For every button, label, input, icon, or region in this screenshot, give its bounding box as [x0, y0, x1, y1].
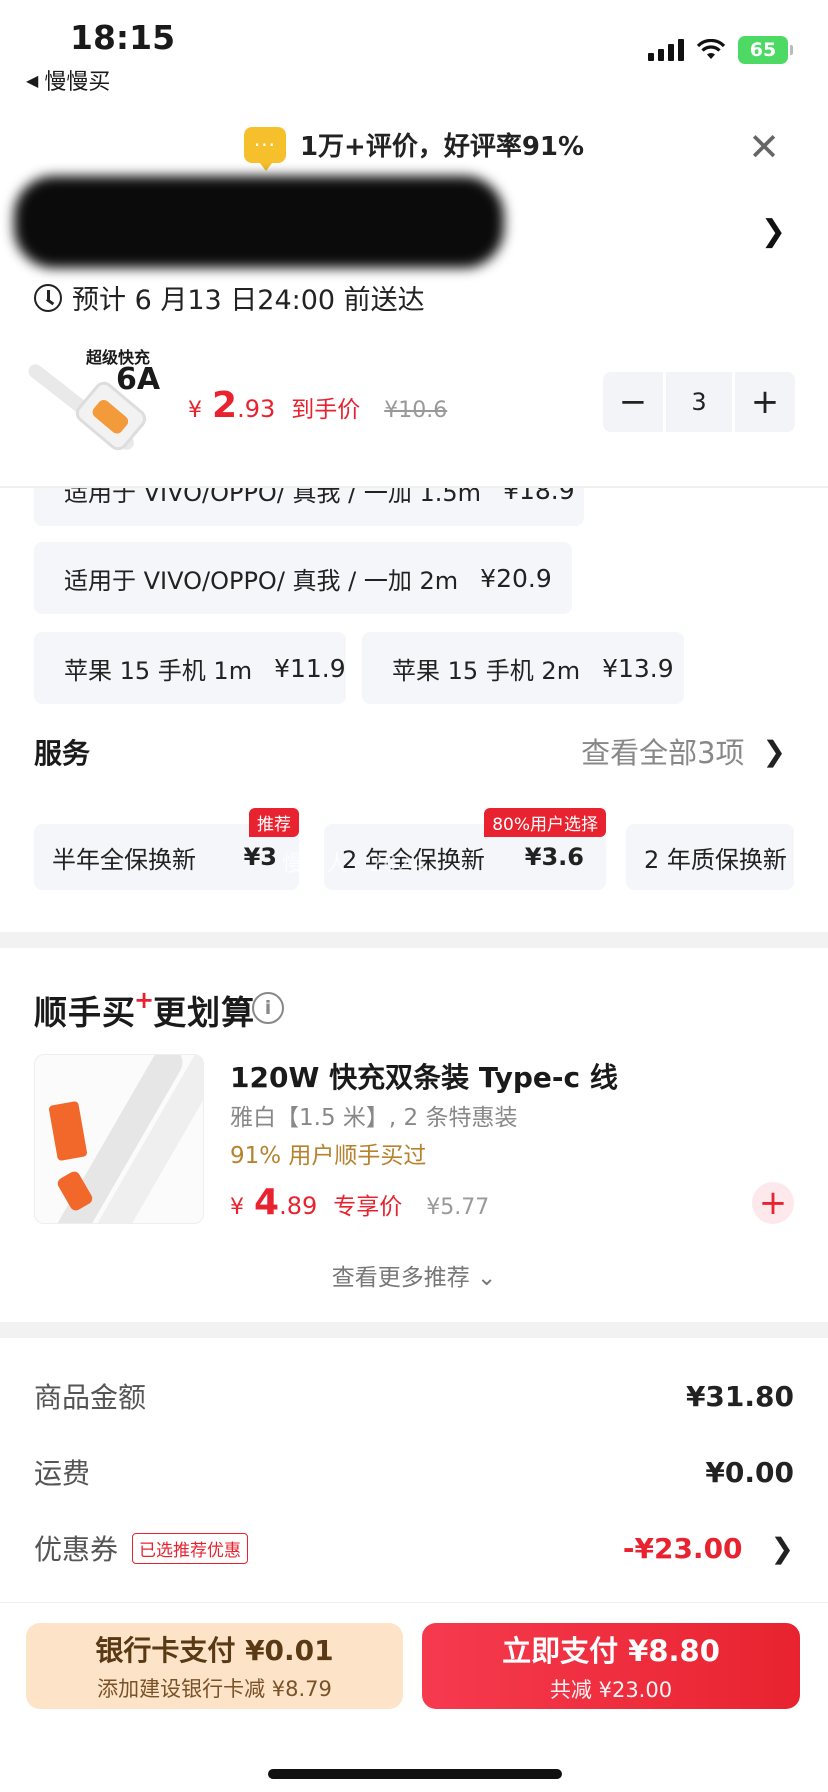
chevron-right-icon[interactable]: ❯ — [771, 1532, 794, 1565]
bank-pay-label: 银行卡支付 ¥0.01 — [95, 1634, 334, 1667]
coupon-value: -¥23.00 — [622, 1531, 743, 1565]
chevron-right-icon: ❯ — [762, 734, 786, 768]
service-name: 2 年全保换新 — [342, 845, 485, 874]
quantity-value[interactable]: 3 — [666, 372, 732, 432]
section-divider — [0, 932, 828, 948]
section-divider — [0, 1322, 828, 1338]
sku-price: ¥20.9 — [480, 563, 552, 593]
pay-now-label: 立即支付 ¥8.80 — [502, 1634, 720, 1668]
cellular-signal-icon — [648, 39, 684, 61]
quantity-increase-button[interactable]: + — [735, 372, 795, 432]
clock-icon — [34, 283, 62, 312]
sku-chip-partial[interactable]: 适用于 VIVO/OPPO/ 真我 / 一加 1.5m ¥18.9 — [34, 488, 584, 526]
coupon-tag: 已选推荐优惠 — [132, 1532, 249, 1564]
status-icons: 65 — [648, 36, 793, 64]
goods-amount-value: ¥31.80 — [685, 1379, 794, 1413]
service-option[interactable]: 半年全保换新 ¥3 推荐 — [34, 808, 299, 890]
addon-title-part1: 顺手买 — [34, 993, 136, 1032]
addon-price: ¥ 4 .89 专享价 ¥5.77 — [230, 1182, 489, 1223]
addon-popularity: 91% 用户顺手买过 — [230, 1143, 427, 1169]
see-more-recommendations-link[interactable]: 查看更多推荐 ⌄ — [0, 1258, 828, 1292]
shipping-row: 运费 ¥0.00 — [34, 1452, 794, 1492]
address-chevron-right-icon[interactable]: ❯ — [761, 214, 786, 249]
quantity-decrease-button[interactable]: − — [603, 372, 663, 432]
pay-now-button[interactable]: 立即支付 ¥8.80 共减 ¥23.00 — [422, 1623, 800, 1709]
info-icon[interactable]: i — [252, 992, 284, 1024]
product-image[interactable]: 超级快充 6A — [25, 340, 165, 455]
service-title: 服务 — [34, 737, 91, 770]
price-integer: 2 — [212, 385, 238, 426]
price-decimal: .89 — [279, 1192, 318, 1220]
service-see-all-label: 查看全部3项 — [581, 736, 745, 770]
review-text: 1万+评价，好评率91% — [299, 132, 585, 162]
coupon-label: 优惠券 — [34, 1533, 119, 1566]
address-redacted[interactable] — [14, 176, 504, 268]
delivery-estimate: 预计 6 月13 日24:00 前送达 — [34, 278, 425, 317]
price-currency: ¥ — [230, 1195, 244, 1220]
battery-level: 65 — [749, 39, 777, 61]
coupon-row[interactable]: 优惠券 已选推荐优惠 -¥23.00 ❯ — [34, 1528, 794, 1568]
bank-pay-sub: 添加建设银行卡减 ¥8.79 — [97, 1677, 332, 1701]
product-price: ¥ 2 .93 到手价 ¥10.6 — [188, 385, 447, 426]
addon-product-name[interactable]: 120W 快充双条装 Type-c 线 — [230, 1056, 618, 1096]
delivery-text: 预计 6 月13 日24:00 前送达 — [72, 285, 425, 316]
sku-name: 苹果 15 手机 2m — [392, 656, 581, 685]
review-summary: ··· 1万+评价，好评率91% — [0, 126, 828, 171]
addon-title-part2: 更划算 — [153, 993, 256, 1032]
back-triangle-icon: ◀ — [26, 70, 39, 90]
original-price: ¥5.77 — [426, 1195, 490, 1220]
home-indicator[interactable] — [268, 1769, 562, 1779]
price-decimal: .93 — [237, 395, 276, 423]
status-time: 18:15 — [70, 18, 176, 57]
add-to-order-button[interactable]: + — [752, 1182, 794, 1224]
addon-product-image[interactable] — [34, 1054, 204, 1224]
sku-price: ¥13.9 — [602, 653, 674, 683]
service-name: 半年全保换新 — [52, 845, 196, 874]
wifi-icon — [696, 39, 726, 59]
service-badge: 80%用户选择 — [484, 808, 606, 837]
service-price: ¥3 — [243, 843, 277, 871]
pay-now-sub: 共减 ¥23.00 — [549, 1678, 673, 1702]
checkout-bar: 银行卡支付 ¥0.01 添加建设银行卡减 ¥8.79 立即支付 ¥8.80 共减… — [0, 1602, 828, 1792]
shipping-value: ¥0.00 — [705, 1455, 794, 1489]
sku-name: 适用于 VIVO/OPPO/ 真我 / 一加 2m — [64, 566, 459, 595]
back-app-label: 慢慢买 — [44, 70, 111, 95]
addon-title-plus: + — [134, 986, 156, 1014]
status-bar: 18:15 ◀ 慢慢买 65 — [0, 0, 828, 96]
goods-amount-row: 商品金额 ¥31.80 — [34, 1376, 794, 1416]
sku-price: ¥11.9 — [274, 653, 346, 683]
sku-price: ¥18.9 — [503, 488, 575, 505]
goods-amount-label: 商品金额 — [34, 1381, 147, 1414]
service-option[interactable]: 2 年质保换新 — [626, 824, 794, 890]
service-option[interactable]: 2 年全保换新 ¥3.6 80%用户选择 — [324, 808, 606, 890]
sku-chip[interactable]: 适用于 VIVO/OPPO/ 真我 / 一加 2m ¥20.9 — [34, 542, 572, 614]
price-label: 到手价 — [291, 397, 361, 423]
quantity-stepper[interactable]: − 3 + — [603, 372, 795, 432]
price-currency: ¥ — [188, 398, 202, 423]
original-price: ¥10.6 — [384, 398, 448, 423]
price-integer: 4 — [254, 1182, 280, 1223]
back-to-app-link[interactable]: ◀ 慢慢买 — [26, 64, 110, 96]
sku-chip[interactable]: 苹果 15 手机 2m ¥13.9 — [362, 632, 684, 704]
service-name: 2 年质保换新 — [644, 845, 787, 874]
shipping-label: 运费 — [34, 1457, 91, 1490]
battery-icon: 65 — [738, 36, 793, 64]
close-icon[interactable]: ✕ — [748, 128, 780, 166]
addon-product-spec: 雅白【1.5 米】, 2 条特惠装 — [230, 1105, 518, 1131]
sku-name: 苹果 15 手机 1m — [64, 656, 253, 685]
service-price: ¥3.6 — [524, 843, 584, 871]
chat-bubble-icon: ··· — [243, 126, 286, 171]
bank-card-pay-button[interactable]: 银行卡支付 ¥0.01 添加建设银行卡减 ¥8.79 — [26, 1623, 403, 1709]
price-label: 专享价 — [333, 1194, 403, 1220]
sku-chip[interactable]: 苹果 15 手机 1m ¥11.9 — [34, 632, 346, 704]
sku-name: 适用于 VIVO/OPPO/ 真我 / 一加 1.5m — [64, 488, 482, 507]
addon-title: 顺手买 + 更划算 — [34, 986, 255, 1034]
service-badge: 推荐 — [249, 808, 299, 837]
product-image-tag-amp: 6A — [116, 362, 161, 397]
service-see-all-link[interactable]: 查看全部3项 ❯ — [581, 730, 786, 772]
